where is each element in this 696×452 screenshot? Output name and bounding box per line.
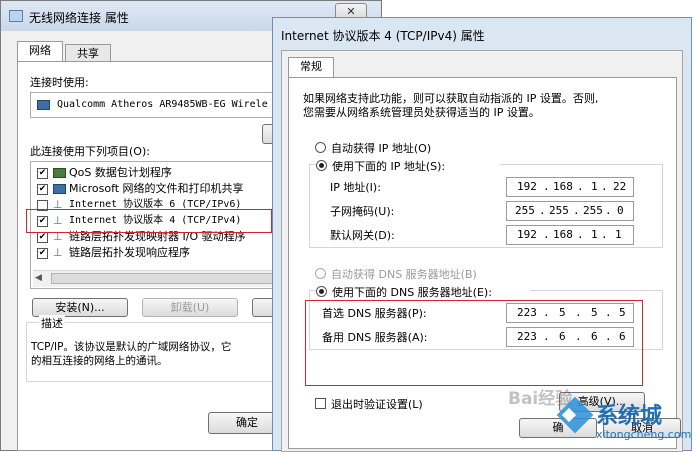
adapter-name: Qualcomm Atheros AR9485WB-EG Wirele — [57, 99, 268, 110]
checkbox[interactable]: ✔ — [37, 184, 48, 195]
adapter-icon — [37, 100, 50, 110]
use-ip-label: 使用下面的 IP 地址(S): — [332, 160, 446, 173]
connect-using-label: 连接时使用: — [30, 76, 89, 89]
qos-icon — [53, 168, 66, 178]
description-group: 描述 TCP/IP。该协议是默认的广域网络协议，它 的相互连接的网络上的通讯。 — [26, 315, 276, 382]
tab-network[interactable]: 网络 — [17, 41, 63, 62]
intro-text-line-2: 您需要从网络系统管理员处获得适当的 IP 设置。 — [303, 106, 540, 119]
gateway-label: 默认网关(D): — [330, 229, 395, 242]
ip-octet: 168 — [553, 180, 573, 193]
window-title: Internet 协议版本 4 (TCP/IPv4) 属性 — [281, 29, 485, 43]
logo-icon — [556, 396, 594, 434]
ip-octet: 255 — [549, 204, 569, 217]
ip-dot: . — [573, 204, 580, 217]
ip-octet: 192 — [517, 228, 537, 241]
checkbox[interactable]: ✔ — [37, 248, 48, 259]
window-title: 无线网络连接 属性 — [29, 11, 129, 25]
list-item-label: 链路层拓扑发现响应程序 — [69, 246, 190, 259]
ipv4-properties-window: Internet 协议版本 4 (TCP/IPv4) 属性 常规 如果网络支持此… — [272, 17, 692, 452]
list-item[interactable]: ✔ Microsoft 网络的文件和打印机共享 — [37, 182, 287, 196]
validate-label: 退出时验证设置(L) — [331, 398, 423, 411]
ip-dot: . — [605, 204, 612, 217]
network-share-icon — [53, 184, 66, 194]
scroll-left-icon[interactable]: ◀ — [35, 273, 42, 283]
ip-dot: . — [577, 228, 584, 241]
tab-sharing[interactable]: 共享 — [65, 44, 111, 62]
use-dns-option[interactable]: 使用下面的 DNS 服务器地址(E): — [316, 283, 530, 299]
ip-octet: 0 — [617, 204, 624, 217]
auto-dns-label: 自动获得 DNS 服务器地址(B) — [331, 268, 477, 281]
auto-dns-radio[interactable] — [315, 268, 326, 279]
ip-octet: 22 — [613, 180, 627, 193]
ip-octet: 168 — [553, 228, 573, 241]
checkbox[interactable]: ✔ — [37, 232, 48, 243]
items-label: 此连接使用下列项目(O): — [30, 145, 150, 158]
description-text-line-1: TCP/IP。该协议是默认的广域网络协议，它 — [31, 341, 232, 353]
ip-dot: . — [543, 180, 550, 193]
auto-ip-label: 自动获得 IP 地址(O) — [331, 142, 432, 155]
use-ip-radio[interactable] — [316, 160, 327, 171]
use-ip-option[interactable]: 使用下面的 IP 地址(S): — [316, 157, 500, 173]
ip-dot: . — [601, 180, 608, 193]
ip-dot: . — [577, 180, 584, 193]
ip-octet: 1 — [591, 180, 598, 193]
validate-checkbox[interactable] — [315, 398, 326, 409]
protocol-icon: ⊥ — [53, 246, 63, 259]
site-url: xitongcheng.com — [596, 428, 692, 441]
ip-address-field[interactable]: 192 . 168 . 1 . 22 — [506, 177, 634, 197]
ip-dot: . — [539, 204, 546, 217]
site-name: 系统城 — [596, 404, 663, 429]
list-item[interactable]: ✔ ⊥ 链路层拓扑发现响应程序 — [37, 246, 287, 260]
highlight-box-dns — [305, 300, 643, 386]
auto-ip-radio[interactable] — [315, 142, 326, 153]
uninstall-button[interactable]: 卸载(U) — [142, 298, 238, 317]
subnet-mask-field[interactable]: 255 . 255 . 255 . 0 — [506, 201, 634, 221]
ip-dot: . — [543, 228, 550, 241]
ip-octet: 1 — [615, 228, 622, 241]
highlight-box-ipv4 — [26, 209, 272, 233]
ip-address-label: IP 地址(I): — [330, 181, 381, 194]
gateway-field[interactable]: 192 . 168 . 1 . 1 — [506, 225, 634, 245]
use-dns-radio[interactable] — [316, 286, 327, 297]
site-logo: 系统城 xitongcheng.com — [556, 392, 691, 448]
ip-octet: 1 — [591, 228, 598, 241]
list-item[interactable]: ✔ QoS 数据包计划程序 — [37, 166, 267, 180]
ip-octet: 192 — [517, 180, 537, 193]
static-ip-group: 使用下面的 IP 地址(S): IP 地址(I): 192 . 168 . 1 … — [309, 157, 663, 248]
checkbox[interactable]: ✔ — [37, 168, 48, 179]
list-item-label: QoS 数据包计划程序 — [69, 166, 172, 179]
description-label: 描述 — [39, 315, 65, 331]
description-text-line-2: 的相互连接的网络上的通讯。 — [31, 355, 168, 367]
use-dns-label: 使用下面的 DNS 服务器地址(E): — [332, 286, 492, 299]
ip-octet: 255 — [515, 204, 535, 217]
list-item-label: Microsoft 网络的文件和打印机共享 — [69, 182, 244, 195]
ip-octet: 255 — [583, 204, 603, 217]
tab-general[interactable]: 常规 — [288, 57, 334, 78]
ip-dot: . — [601, 228, 608, 241]
subnet-mask-label: 子网掩码(U): — [330, 205, 395, 218]
network-icon — [9, 10, 23, 22]
